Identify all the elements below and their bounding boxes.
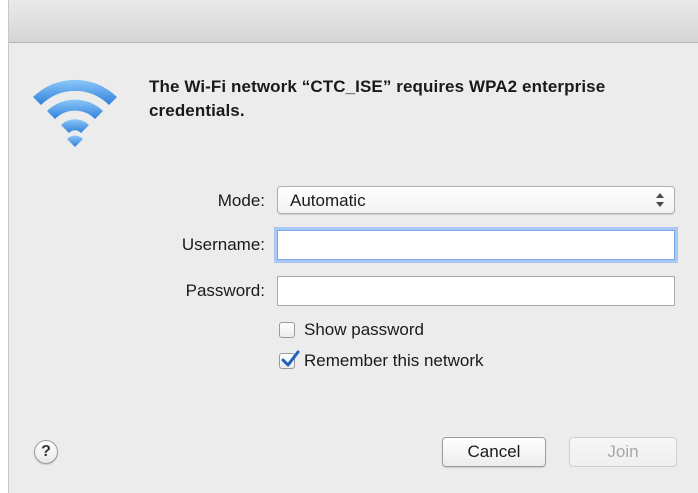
title-bar[interactable] xyxy=(9,0,698,43)
up-down-arrows-icon xyxy=(656,192,664,208)
mode-label: Mode: xyxy=(217,191,265,210)
help-button[interactable]: ? xyxy=(34,440,58,464)
username-field[interactable] xyxy=(277,230,675,260)
show-password-checkbox[interactable] xyxy=(279,322,295,338)
remember-network-label[interactable]: Remember this network xyxy=(304,351,484,371)
show-password-label[interactable]: Show password xyxy=(304,320,424,340)
username-label: Username: xyxy=(181,235,265,254)
password-field[interactable] xyxy=(277,276,675,306)
wifi-icon xyxy=(27,77,123,149)
cancel-button[interactable]: Cancel xyxy=(442,437,546,467)
dialog-message: The Wi-Fi network “CTC_ISE” requires WPA… xyxy=(149,77,606,120)
join-button[interactable]: Join xyxy=(569,437,677,467)
checkmark-icon xyxy=(281,350,300,367)
password-label: Password: xyxy=(185,281,265,300)
mode-select-value: Automatic xyxy=(290,191,366,210)
mode-select[interactable]: Automatic xyxy=(277,186,675,214)
remember-network-checkbox[interactable] xyxy=(279,350,300,369)
wifi-credentials-dialog: The Wi-Fi network “CTC_ISE” requires WPA… xyxy=(8,0,698,493)
